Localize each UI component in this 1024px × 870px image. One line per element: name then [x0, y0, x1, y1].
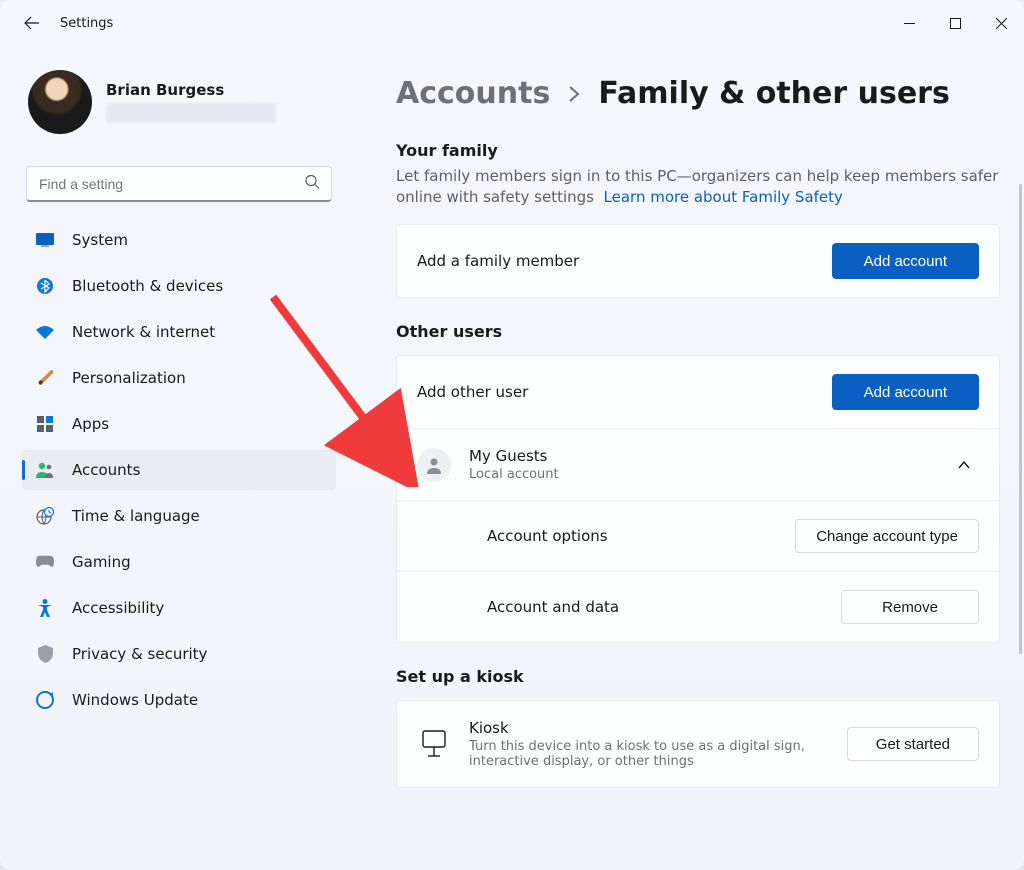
avatar	[28, 70, 92, 134]
guest-user-row[interactable]: My Guests Local account	[397, 428, 999, 500]
other-users-card: Add other user Add account My Guests Loc…	[396, 355, 1000, 643]
family-safety-link[interactable]: Learn more about Family Safety	[604, 188, 843, 206]
chevron-up-icon[interactable]	[949, 451, 979, 478]
app-title: Settings	[60, 16, 113, 31]
sidebar-item-label: System	[72, 231, 322, 249]
add-family-label: Add a family member	[417, 252, 579, 270]
accounts-icon	[36, 461, 54, 479]
sidebar-item-bluetooth[interactable]: Bluetooth & devices	[22, 266, 336, 306]
search-icon	[305, 175, 320, 194]
account-options-label: Account options	[487, 527, 608, 545]
kiosk-name: Kiosk	[469, 719, 829, 737]
profile-name: Brian Burgess	[106, 81, 276, 99]
titlebar: Settings	[0, 0, 1024, 46]
sidebar-item-label: Time & language	[72, 507, 322, 525]
add-other-user-label: Add other user	[417, 383, 528, 401]
add-family-account-button[interactable]: Add account	[832, 243, 979, 279]
minimize-button[interactable]	[886, 5, 932, 41]
sidebar-item-accessibility[interactable]: Accessibility	[22, 588, 336, 628]
search-input[interactable]	[26, 166, 332, 202]
gaming-icon	[36, 553, 54, 571]
window-controls	[886, 5, 1024, 41]
sidebar-item-apps[interactable]: Apps	[22, 404, 336, 444]
kiosk-icon	[417, 727, 451, 761]
user-icon	[417, 448, 451, 482]
profile-email-redacted	[106, 103, 276, 123]
system-icon	[36, 231, 54, 249]
sidebar-item-privacy[interactable]: Privacy & security	[22, 634, 336, 674]
sidebar-item-label: Network & internet	[72, 323, 322, 341]
change-account-type-button[interactable]: Change account type	[795, 519, 979, 553]
back-button[interactable]	[22, 13, 42, 33]
apps-icon	[36, 415, 54, 433]
other-users-section-title: Other users	[396, 322, 1000, 341]
page-title: Family & other users	[598, 76, 950, 111]
shield-icon	[36, 645, 54, 663]
sidebar-item-label: Bluetooth & devices	[72, 277, 322, 295]
wifi-icon	[36, 323, 54, 341]
guest-user-type: Local account	[469, 467, 559, 482]
guest-user-name: My Guests	[469, 447, 559, 465]
update-icon	[36, 691, 54, 709]
profile-block[interactable]: Brian Burgess	[22, 64, 336, 150]
kiosk-desc: Turn this device into a kiosk to use as …	[469, 739, 829, 769]
sidebar-item-label: Personalization	[72, 369, 322, 387]
sidebar-item-label: Gaming	[72, 553, 322, 571]
maximize-button[interactable]	[932, 5, 978, 41]
sidebar-item-personalization[interactable]: Personalization	[22, 358, 336, 398]
sidebar-item-time-language[interactable]: Time & language	[22, 496, 336, 536]
remove-account-button[interactable]: Remove	[841, 590, 979, 624]
family-section-title: Your family	[396, 141, 1000, 160]
sidebar: Brian Burgess System	[0, 46, 348, 870]
kiosk-card: Kiosk Turn this device into a kiosk to u…	[396, 700, 1000, 788]
sidebar-item-label: Accessibility	[72, 599, 322, 617]
sidebar-item-label: Privacy & security	[72, 645, 322, 663]
settings-window: Settings Brian Burgess	[0, 0, 1024, 870]
brush-icon	[36, 369, 54, 387]
sidebar-item-accounts[interactable]: Accounts	[22, 450, 336, 490]
sidebar-item-label: Accounts	[72, 461, 322, 479]
bluetooth-icon	[36, 277, 54, 295]
sidebar-item-windows-update[interactable]: Windows Update	[22, 680, 336, 720]
chevron-right-icon	[568, 84, 580, 109]
add-other-account-button[interactable]: Add account	[832, 374, 979, 410]
sidebar-item-label: Windows Update	[72, 691, 322, 709]
sidebar-item-network[interactable]: Network & internet	[22, 312, 336, 352]
account-data-label: Account and data	[487, 598, 619, 616]
kiosk-get-started-button[interactable]: Get started	[847, 727, 979, 761]
family-section-desc: Let family members sign in to this PC—or…	[396, 166, 1000, 208]
nav: System Bluetooth & devices Network & int…	[22, 220, 336, 720]
scrollbar[interactable]	[1019, 184, 1022, 654]
close-button[interactable]	[978, 5, 1024, 41]
breadcrumb: Accounts Family & other users	[396, 76, 1000, 111]
globe-clock-icon	[36, 507, 54, 525]
breadcrumb-parent[interactable]: Accounts	[396, 76, 550, 111]
sidebar-item-label: Apps	[72, 415, 322, 433]
accessibility-icon	[36, 599, 54, 617]
main-content: Accounts Family & other users Your famil…	[348, 46, 1024, 870]
add-family-card: Add a family member Add account	[396, 224, 1000, 298]
sidebar-item-system[interactable]: System	[22, 220, 336, 260]
sidebar-item-gaming[interactable]: Gaming	[22, 542, 336, 582]
kiosk-section-title: Set up a kiosk	[396, 667, 1000, 686]
